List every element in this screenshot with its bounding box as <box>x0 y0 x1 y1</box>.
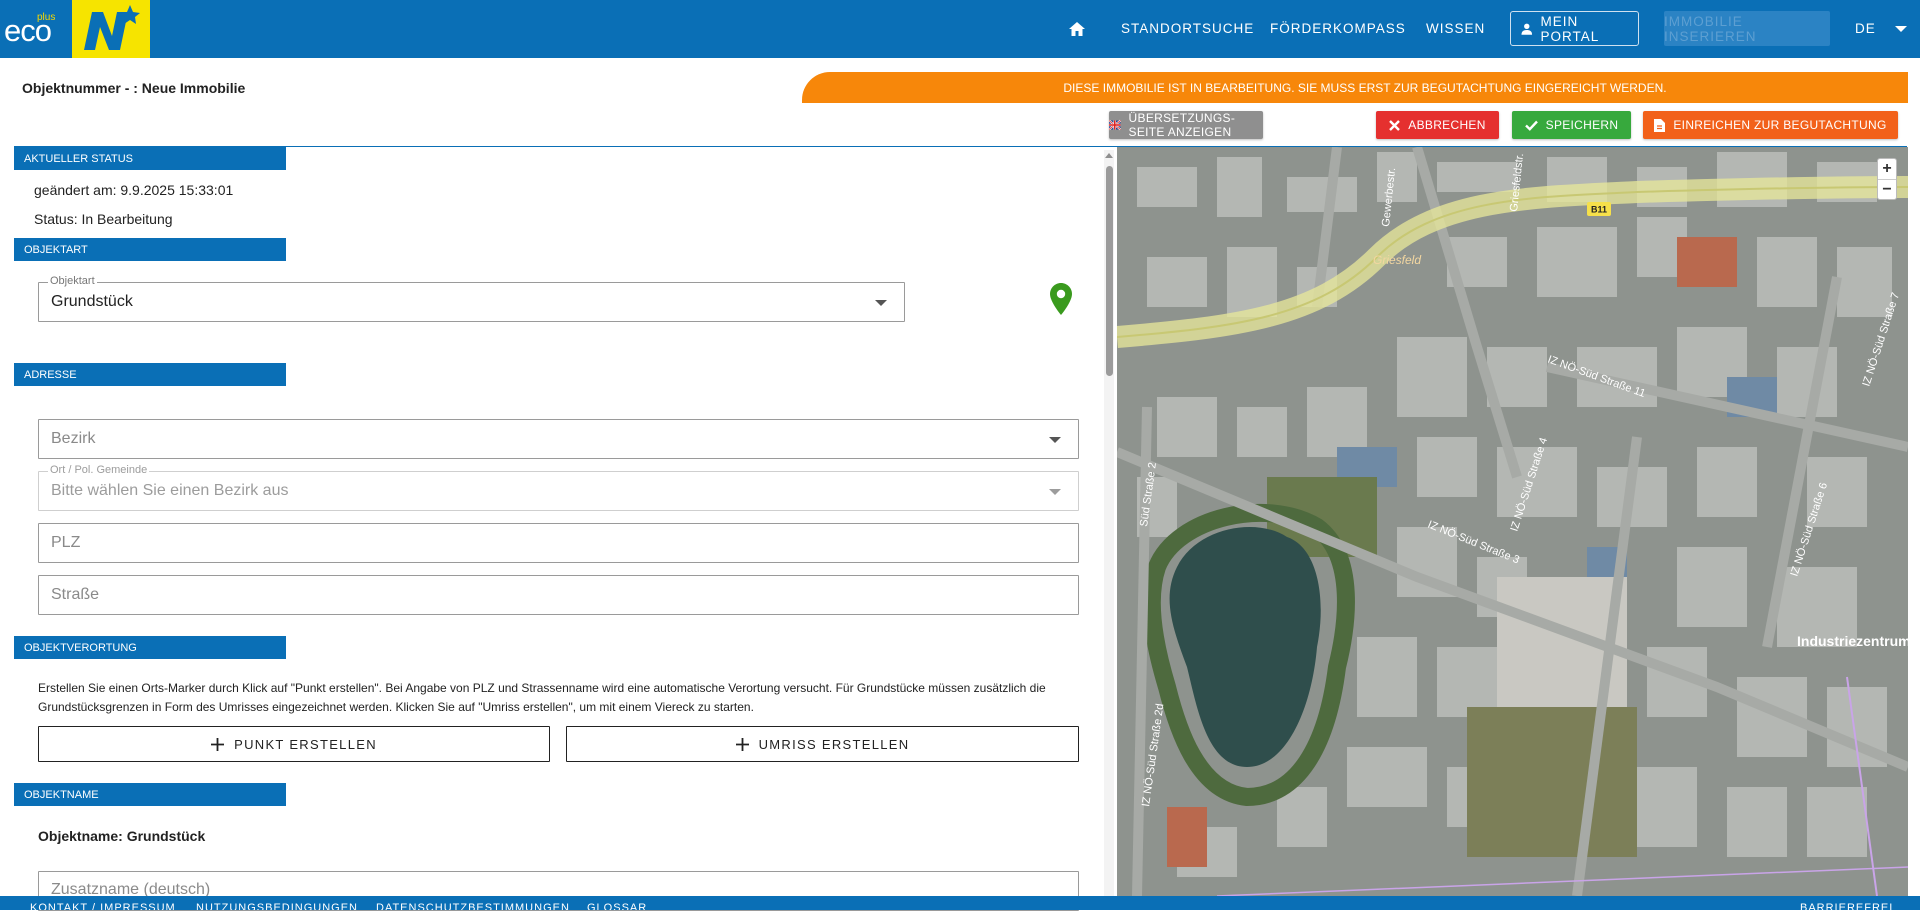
objektname-title: Objektname: Grundstück <box>38 828 206 844</box>
chevron-down-icon <box>1049 489 1061 495</box>
satellite-map[interactable]: B11 Griesfeld Industriezentrum-N IZ NÖ-S… <box>1117 147 1908 896</box>
footer: KONTAKT / IMPRESSUM NUTZUNGSBEDINGUNGEN … <box>0 896 1920 910</box>
status-banner: DIESE IMMOBILIE IST IN BEARBEITUNG. SIE … <box>802 72 1908 103</box>
plz-placeholder: PLZ <box>51 534 81 551</box>
map-label-industriezentrum: Industriezentrum-N <box>1797 633 1908 649</box>
zoom-out-button[interactable]: − <box>1878 179 1896 199</box>
create-outline-label: UMRISS ERSTELLEN <box>758 736 910 752</box>
footer-link-datenschutz[interactable]: DATENSCHUTZBESTIMMUNGEN <box>376 902 570 910</box>
top-navbar: eco plus STANDORTSUCHE FÖRDERKOMPASS WIS… <box>0 0 1920 58</box>
bezirk-placeholder: Bezirk <box>51 430 96 447</box>
map-label-griesfeld: Griesfeld <box>1373 253 1421 267</box>
section-heading-objektname: OBJEKTNAME <box>14 783 286 806</box>
immobilie-inserieren-button[interactable]: IMMOBILIE INSERIEREN <box>1664 11 1830 46</box>
save-button[interactable]: SPEICHERN <box>1512 111 1631 139</box>
translation-page-button[interactable]: ÜBERSETZUNGS-SEITE ANZEIGEN <box>1109 111 1263 139</box>
section-heading-status: AKTUELLER STATUS <box>14 147 286 170</box>
footer-link-kontakt[interactable]: KONTAKT / IMPRESSUM <box>30 902 176 910</box>
submit-label: EINREICHEN ZUR BEGUTACHTUNG <box>1673 118 1887 132</box>
location-pin-icon <box>1050 283 1072 320</box>
create-point-label: PUNKT ERSTELLEN <box>234 736 377 752</box>
verortung-help-text: Erstellen Sie einen Orts-Marker durch Kl… <box>38 681 1046 714</box>
zoom-in-button[interactable]: + <box>1878 159 1896 179</box>
logo-sup: plus <box>37 12 56 23</box>
scroll-up-arrow-icon[interactable] <box>1105 153 1113 158</box>
translation-page-label: ÜBERSETZUNGS-SEITE ANZEIGEN <box>1128 111 1236 139</box>
ort-select[interactable]: Ort / Pol. Gemeinde Bitte wählen Sie ein… <box>38 464 1079 511</box>
mein-portal-label: MEIN PORTAL <box>1540 13 1600 44</box>
strasse-field[interactable]: Straße <box>38 575 1079 615</box>
nav-standortsuche[interactable]: STANDORTSUCHE <box>1121 21 1254 36</box>
home-icon[interactable] <box>1068 0 1092 58</box>
create-point-button[interactable]: PUNKT ERSTELLEN <box>38 726 550 762</box>
objektart-value: Grundstück <box>51 293 133 310</box>
noe-logo[interactable] <box>72 0 150 58</box>
objektart-legend: Objektart <box>48 275 97 287</box>
save-label: SPEICHERN <box>1545 118 1619 132</box>
document-icon <box>1654 118 1666 132</box>
footer-link-barrierefrei[interactable]: BARRIEREFREI <box>1800 902 1893 910</box>
footer-link-glossar[interactable]: GLOSSAR <box>587 902 647 910</box>
map-label-b11: B11 <box>1591 205 1607 215</box>
object-number: Objektnummer - : Neue Immobilie <box>22 80 246 96</box>
status-text: Status: In Bearbeitung <box>34 211 173 227</box>
chevron-down-icon <box>1049 437 1061 443</box>
chevron-down-icon[interactable] <box>1895 26 1907 32</box>
ecoplus-logo[interactable]: eco plus <box>0 0 70 58</box>
strasse-placeholder: Straße <box>51 586 100 603</box>
language-select[interactable]: DE <box>1855 21 1876 36</box>
map-zoom-control: + − <box>1877 158 1897 200</box>
section-heading-objektart: OBJEKTART <box>14 238 286 261</box>
plus-icon <box>735 737 749 751</box>
uk-flag-icon <box>1109 119 1121 131</box>
footer-link-nutzung[interactable]: NUTZUNGSBEDINGUNGEN <box>196 902 358 910</box>
plz-field[interactable]: PLZ <box>38 523 1079 563</box>
section-heading-verortung: OBJEKTVERORTUNG <box>14 636 286 659</box>
bezirk-select[interactable]: Bezirk <box>38 419 1079 459</box>
cancel-label: ABBRECHEN <box>1408 118 1486 132</box>
submit-for-review-button[interactable]: EINREICHEN ZUR BEGUTACHTUNG <box>1643 111 1898 139</box>
ort-legend: Ort / Pol. Gemeinde <box>48 464 150 476</box>
nav-wissen[interactable]: WISSEN <box>1426 21 1485 36</box>
user-icon <box>1521 23 1533 35</box>
ort-placeholder: Bitte wählen Sie einen Bezirk aus <box>51 482 289 499</box>
changed-date: geändert am: 9.9.2025 15:33:01 <box>34 182 234 198</box>
close-icon <box>1389 119 1401 131</box>
scrollbar-thumb[interactable] <box>1106 166 1113 376</box>
plus-icon <box>211 737 225 751</box>
chevron-down-icon <box>875 300 887 306</box>
nav-foerderkompass[interactable]: FÖRDERKOMPASS <box>1270 21 1406 36</box>
check-icon <box>1524 120 1538 131</box>
cancel-button[interactable]: ABBRECHEN <box>1376 111 1499 139</box>
objektart-select[interactable]: Objektart Grundstück <box>38 275 905 322</box>
mein-portal-button[interactable]: MEIN PORTAL <box>1510 11 1639 46</box>
section-heading-adresse: ADRESSE <box>14 363 286 386</box>
create-outline-button[interactable]: UMRISS ERSTELLEN <box>566 726 1079 762</box>
